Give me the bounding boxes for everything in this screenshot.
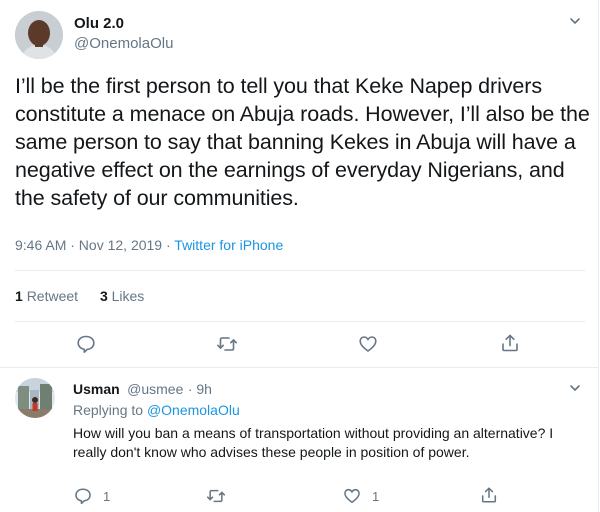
chevron-down-icon[interactable] (568, 381, 582, 398)
retweet-arrows-icon (216, 334, 238, 354)
reply-button[interactable] (76, 334, 96, 354)
speech-bubble-icon (74, 487, 92, 505)
reply-age[interactable]: · 9h (188, 381, 212, 397)
heart-icon (358, 334, 378, 354)
retweet-arrows-icon (206, 487, 226, 505)
reply-share-button[interactable] (480, 486, 498, 504)
reply-author-avatar[interactable] (15, 378, 55, 418)
reply-like-count: 1 (372, 488, 380, 504)
likes-label: Likes (111, 288, 145, 304)
retweet-label: Retweet (26, 288, 79, 304)
reply-reply-count: 1 (103, 488, 111, 504)
divider (15, 321, 585, 322)
replying-to: Replying to @OnemolaOlu (73, 402, 240, 418)
reply-like-button[interactable]: 1 (343, 487, 379, 505)
author-avatar[interactable] (15, 11, 63, 59)
likes-stat[interactable]: 3 Likes (100, 288, 144, 304)
speech-bubble-icon (76, 334, 96, 354)
reply-header: Usman @usmee · 9h (73, 381, 212, 399)
share-upload-icon (500, 333, 520, 353)
likes-count: 3 (99, 288, 108, 304)
tweet-meta: 9:46 AM · Nov 12, 2019 · Twitter for iPh… (15, 237, 283, 253)
reply-retweet-button[interactable] (206, 487, 226, 505)
replying-to-mention[interactable]: @OnemolaOlu (147, 402, 240, 418)
retweet-count: 1 (15, 288, 23, 304)
reply-author-name[interactable]: Usman (73, 381, 120, 397)
reply-author-handle[interactable]: @usmee (127, 381, 183, 397)
tweet-client-link[interactable]: Twitter for iPhone (174, 237, 283, 253)
like-button[interactable] (358, 334, 378, 354)
divider (15, 270, 585, 271)
heart-icon (343, 487, 361, 505)
tweet-detail-panel: Olu 2.0 @OnemolaOlu I’ll be the first pe… (0, 0, 599, 512)
share-upload-icon (480, 486, 498, 504)
author-handle[interactable]: @OnemolaOlu (74, 35, 173, 52)
replying-to-label: Replying to (73, 402, 144, 418)
chevron-down-icon[interactable] (568, 14, 582, 31)
meta-separator: · (162, 237, 175, 253)
share-button[interactable] (500, 333, 520, 353)
retweet-button[interactable] (216, 334, 238, 354)
author-name[interactable]: Olu 2.0 (74, 15, 124, 32)
tweet-timestamp[interactable]: 9:46 AM · Nov 12, 2019 (15, 237, 162, 253)
tweet-stats: 1 Retweet 3 Likes (15, 288, 144, 304)
tweet-text: I’ll be the first person to tell you tha… (15, 74, 590, 210)
reply-text: How will you ban a means of transportati… (73, 425, 554, 460)
divider (0, 367, 598, 368)
retweet-stat[interactable]: 1 Retweet (15, 288, 78, 304)
reply-reply-button[interactable]: 1 (74, 487, 110, 505)
